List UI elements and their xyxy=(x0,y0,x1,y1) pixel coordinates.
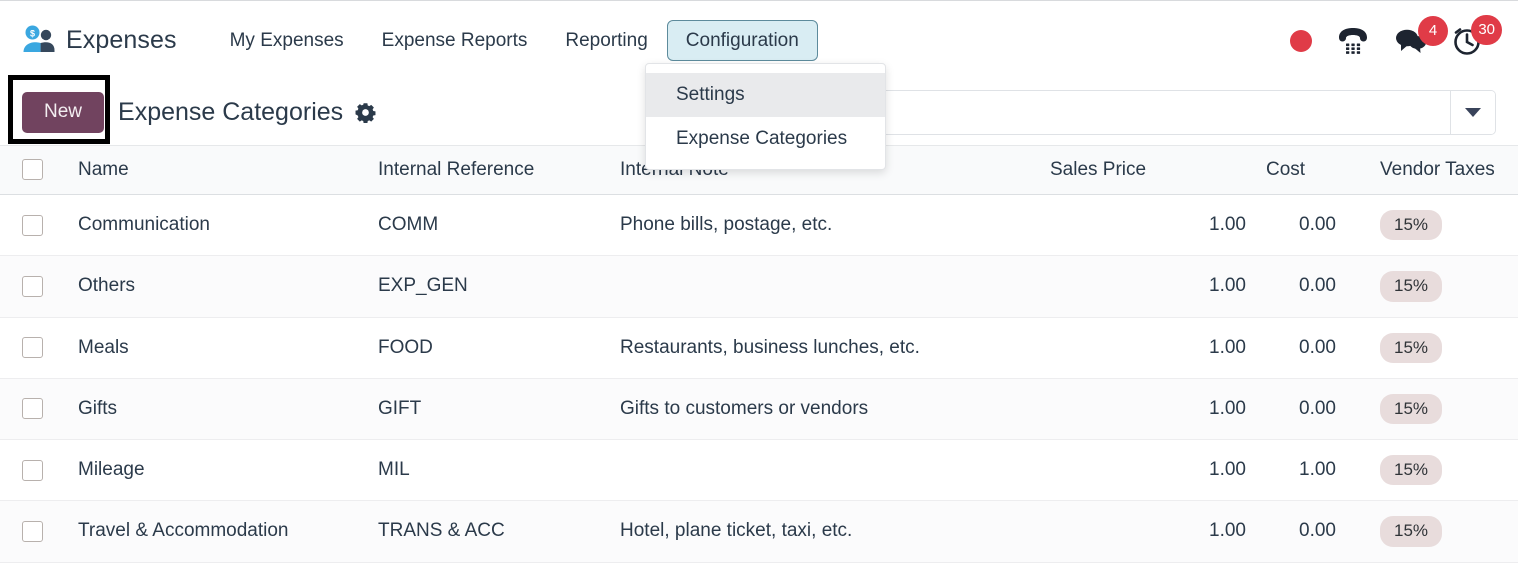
cell-name: Communication xyxy=(68,194,368,257)
row-checkbox[interactable] xyxy=(22,398,43,420)
column-header-internal-reference[interactable]: Internal Reference xyxy=(368,145,610,195)
select-all-header xyxy=(0,145,68,195)
row-checkbox[interactable] xyxy=(22,214,43,236)
table-body: Communication COMM Phone bills, postage,… xyxy=(0,194,1518,563)
dropdown-item-settings[interactable]: Settings xyxy=(646,73,885,117)
nav-item-my-expenses[interactable]: My Expenses xyxy=(211,20,363,62)
nav-item-configuration[interactable]: Configuration xyxy=(666,19,818,62)
cell-internal-note: Hotel, plane ticket, taxi, etc. xyxy=(610,500,1040,563)
cell-sales-price: 1.00 xyxy=(1040,439,1256,502)
select-all-checkbox[interactable] xyxy=(22,159,43,181)
table-row[interactable]: Others EXP_GEN 1.00 0.00 15% xyxy=(0,255,1518,318)
table-row[interactable]: Communication COMM Phone bills, postage,… xyxy=(0,194,1518,257)
cell-sales-price: 1.00 xyxy=(1040,500,1256,563)
search-bar[interactable] xyxy=(861,90,1496,135)
row-select-cell xyxy=(0,439,68,502)
table-row[interactable]: Meals FOOD Restaurants, business lunches… xyxy=(0,317,1518,379)
tax-badge: 15% xyxy=(1380,210,1443,241)
nav-item-expense-reports[interactable]: Expense Reports xyxy=(363,20,547,62)
dropdown-item-expense-categories[interactable]: Expense Categories xyxy=(646,117,885,161)
recording-indicator-icon[interactable] xyxy=(1290,29,1312,52)
phone-dialpad-icon[interactable] xyxy=(1336,26,1370,56)
page-title: Expense Categories xyxy=(118,98,344,126)
activities-badge: 30 xyxy=(1471,14,1502,45)
nav-items: My Expenses Expense Reports Reporting Co… xyxy=(211,19,818,62)
cell-internal-reference: COMM xyxy=(368,194,610,257)
tax-badge: 15% xyxy=(1380,393,1443,424)
search-input[interactable] xyxy=(862,91,1450,134)
cell-name: Mileage xyxy=(68,439,368,502)
cell-vendor-taxes: 15% xyxy=(1346,500,1518,563)
expenses-people-dollar-icon[interactable]: $ xyxy=(22,24,56,58)
cell-internal-note xyxy=(610,255,1040,318)
chevron-down-icon xyxy=(1465,108,1481,117)
messaging-icon[interactable]: 4 xyxy=(1394,15,1448,55)
tax-badge: 15% xyxy=(1380,271,1443,302)
cell-vendor-taxes: 15% xyxy=(1346,194,1518,257)
cell-cost: 1.00 xyxy=(1256,439,1346,502)
cell-name: Others xyxy=(68,255,368,318)
expense-categories-list: Name Internal Reference Internal Note Sa… xyxy=(0,145,1518,563)
cell-cost: 0.00 xyxy=(1256,255,1346,318)
cell-internal-note: Gifts to customers or vendors xyxy=(610,378,1040,441)
row-checkbox[interactable] xyxy=(22,275,43,297)
column-header-vendor-taxes[interactable]: Vendor Taxes xyxy=(1346,145,1518,195)
table-row[interactable]: Gifts GIFT Gifts to customers or vendors… xyxy=(0,378,1518,441)
cell-cost: 0.00 xyxy=(1256,317,1346,379)
systray: 4 30 xyxy=(1290,14,1502,56)
cell-sales-price: 1.00 xyxy=(1040,194,1256,257)
configuration-dropdown-menu: Settings Expense Categories xyxy=(645,63,886,171)
cell-cost: 0.00 xyxy=(1256,500,1346,563)
column-header-sales-price[interactable]: Sales Price xyxy=(1040,145,1256,195)
column-header-name[interactable]: Name xyxy=(68,145,368,195)
cell-cost: 0.00 xyxy=(1256,194,1346,257)
row-select-cell xyxy=(0,194,68,257)
cell-sales-price: 1.00 xyxy=(1040,317,1256,379)
tax-badge: 15% xyxy=(1380,516,1443,547)
svg-text:$: $ xyxy=(30,28,35,38)
cell-internal-reference: TRANS & ACC xyxy=(368,500,610,563)
cell-internal-reference: GIFT xyxy=(368,378,610,441)
row-checkbox[interactable] xyxy=(22,459,43,481)
table-row[interactable]: Travel & Accommodation TRANS & ACC Hotel… xyxy=(0,500,1518,563)
search-dropdown-toggle[interactable] xyxy=(1450,91,1495,134)
row-select-cell xyxy=(0,255,68,318)
records-table: Name Internal Reference Internal Note Sa… xyxy=(0,145,1518,563)
cell-sales-price: 1.00 xyxy=(1040,255,1256,318)
cell-internal-reference: EXP_GEN xyxy=(368,255,610,318)
expenses-app-window: $ Expenses My Expenses Expense Reports R… xyxy=(0,0,1518,580)
page-title-group: Expense Categories xyxy=(118,98,376,127)
cell-internal-reference: MIL xyxy=(368,439,610,502)
row-checkbox[interactable] xyxy=(22,520,43,542)
cell-name: Gifts xyxy=(68,378,368,441)
cell-internal-note: Restaurants, business lunches, etc. xyxy=(610,317,1040,379)
row-select-cell xyxy=(0,378,68,441)
cell-sales-price: 1.00 xyxy=(1040,378,1256,441)
cell-name: Travel & Accommodation xyxy=(68,500,368,563)
tax-badge: 15% xyxy=(1380,332,1443,363)
messaging-badge: 4 xyxy=(1418,15,1448,46)
column-header-cost[interactable]: Cost xyxy=(1256,145,1346,195)
cell-vendor-taxes: 15% xyxy=(1346,317,1518,379)
cell-cost: 0.00 xyxy=(1256,378,1346,441)
nav-item-reporting[interactable]: Reporting xyxy=(546,20,666,62)
gear-icon[interactable] xyxy=(355,102,376,123)
row-select-cell xyxy=(0,317,68,379)
cell-vendor-taxes: 15% xyxy=(1346,255,1518,318)
row-checkbox[interactable] xyxy=(22,337,43,359)
table-row[interactable]: Mileage MIL 1.00 1.00 15% xyxy=(0,439,1518,502)
activities-icon[interactable]: 30 xyxy=(1452,14,1502,56)
cell-internal-reference: FOOD xyxy=(368,317,610,379)
cell-vendor-taxes: 15% xyxy=(1346,439,1518,502)
tax-badge: 15% xyxy=(1380,455,1443,486)
cell-internal-note: Phone bills, postage, etc. xyxy=(610,194,1040,257)
brand-name[interactable]: Expenses xyxy=(66,26,177,55)
cell-vendor-taxes: 15% xyxy=(1346,378,1518,441)
new-button[interactable]: New xyxy=(22,92,105,133)
row-select-cell xyxy=(0,500,68,563)
cell-internal-note xyxy=(610,439,1040,502)
cell-name: Meals xyxy=(68,317,368,379)
